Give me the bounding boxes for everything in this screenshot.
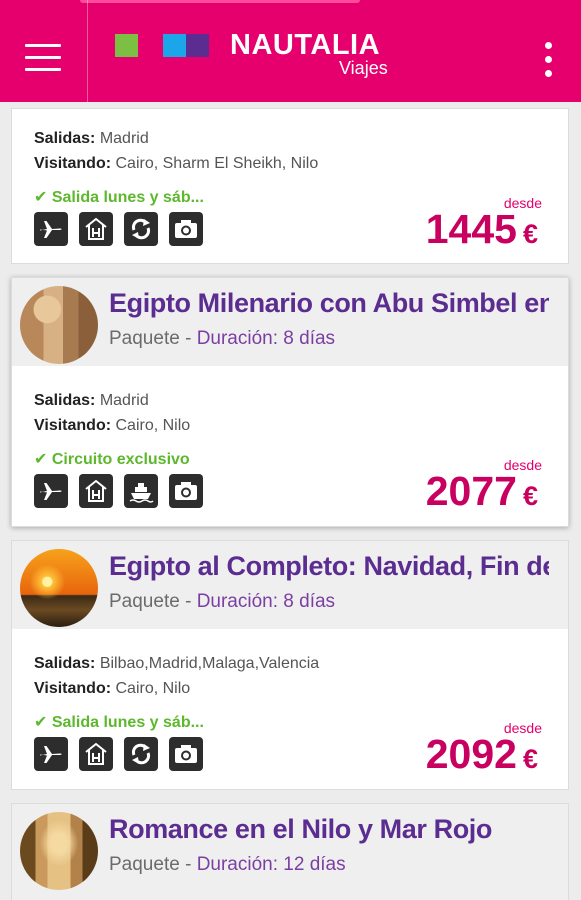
package-card[interactable]: Salidas: Madrid Visitando: Cairo, Sharm … (11, 108, 569, 264)
services-icons (34, 737, 214, 771)
hotel-icon (79, 474, 113, 508)
visiting-info: Visitando: Cairo, Nilo (34, 417, 191, 434)
check-icon: ✔ (34, 451, 48, 468)
visiting-info: Visitando: Cairo, Sharm El Sheikh, Nilo (34, 155, 319, 172)
app-header: NAUTALIA Viajes (0, 0, 581, 102)
package-subtitle: Paquete - Duración: 8 días (109, 328, 336, 349)
departures-info: Salidas: Madrid (34, 130, 149, 147)
cruise-icon (124, 474, 158, 508)
departures-info: Salidas: Bilbao,Madrid,Malaga,Valencia (34, 655, 320, 672)
header-accent (80, 0, 360, 3)
price: 2077 € (425, 468, 538, 514)
transfer-icon (124, 737, 158, 771)
package-subtitle: Paquete - Duración: 12 días (109, 854, 346, 875)
brand-subtitle: Viajes (339, 58, 388, 78)
flight-icon (34, 474, 68, 508)
departure-badge: ✔ Salida lunes y sáb... (34, 714, 204, 731)
package-card[interactable]: Egipto Milenario con Abu Simbel en... Pa… (11, 277, 569, 527)
transfer-icon (124, 212, 158, 246)
visiting-info: Visitando: Cairo, Nilo (34, 680, 191, 697)
destination-photo (20, 286, 98, 364)
departure-badge: ✔ Salida lunes y sáb... (34, 189, 204, 206)
package-title[interactable]: Romance en el Nilo y Mar Rojo (109, 814, 549, 845)
card-header[interactable]: Romance en el Nilo y Mar Rojo Paquete - … (12, 804, 568, 900)
hotel-icon (79, 737, 113, 771)
logo-blue-square (163, 34, 186, 57)
logo-green-square (115, 34, 138, 57)
hamburger-menu-icon[interactable] (0, 0, 88, 102)
check-icon: ✔ (34, 714, 48, 731)
departures-info: Salidas: Madrid (34, 392, 149, 409)
excursion-icon (169, 737, 203, 771)
services-icons (34, 212, 214, 246)
flight-icon (34, 737, 68, 771)
card-header[interactable]: Egipto al Completo: Navidad, Fin de... P… (12, 541, 568, 629)
services-icons (34, 474, 214, 508)
package-card[interactable]: Egipto al Completo: Navidad, Fin de... P… (11, 540, 569, 790)
check-icon: ✔ (34, 189, 48, 206)
package-title[interactable]: Egipto al Completo: Navidad, Fin de... (109, 551, 549, 582)
flight-icon (34, 212, 68, 246)
package-subtitle: Paquete - Duración: 8 días (109, 591, 336, 612)
exclusive-badge: ✔ Circuito exclusivo (34, 451, 190, 468)
kebab-menu-icon[interactable] (538, 40, 560, 80)
card-header[interactable]: Egipto Milenario con Abu Simbel en... Pa… (12, 278, 568, 366)
price: 1445 € (425, 206, 538, 252)
package-card[interactable]: Romance en el Nilo y Mar Rojo Paquete - … (11, 803, 569, 900)
excursion-icon (169, 212, 203, 246)
hotel-icon (79, 212, 113, 246)
logo-purple-square (186, 34, 209, 57)
price: 2092 € (425, 731, 538, 777)
destination-photo (20, 812, 98, 890)
destination-photo (20, 549, 98, 627)
excursion-icon (169, 474, 203, 508)
package-title[interactable]: Egipto Milenario con Abu Simbel en... (109, 288, 549, 319)
nautalia-logo[interactable]: NAUTALIA Viajes (115, 29, 405, 80)
